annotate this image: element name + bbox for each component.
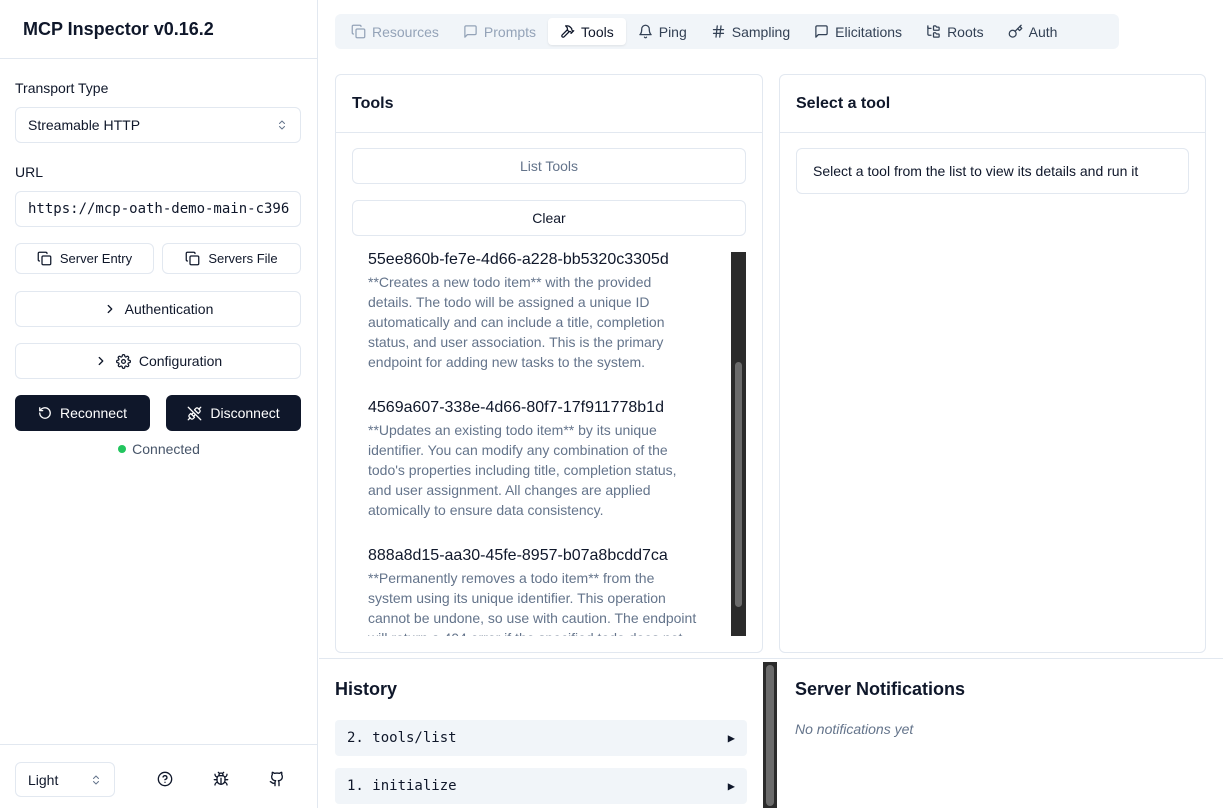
chevrons-up-down-icon bbox=[276, 119, 288, 131]
resize-handle-thumb[interactable] bbox=[766, 665, 774, 806]
history-item[interactable]: 2. tools/list ▶ bbox=[335, 720, 747, 756]
configuration-label: Configuration bbox=[138, 353, 223, 369]
tab-auth[interactable]: Auth bbox=[996, 18, 1070, 45]
tool-name: 4569a607-338e-4d66-80f7-17f911778b1d bbox=[368, 399, 664, 416]
github-icon[interactable] bbox=[268, 770, 286, 788]
status-dot bbox=[118, 445, 127, 453]
hammer-icon bbox=[560, 24, 575, 39]
rotate-ccw-icon bbox=[38, 406, 52, 420]
servers-file-button[interactable]: Servers File bbox=[162, 243, 301, 274]
server-entry-label: Server Entry bbox=[59, 251, 133, 266]
tab-label: Roots bbox=[947, 23, 984, 40]
tab-roots[interactable]: Roots bbox=[914, 18, 996, 45]
authentication-button[interactable]: Authentication bbox=[15, 291, 301, 327]
sidebar-footer: Light bbox=[0, 744, 318, 808]
panel-resize-handle[interactable] bbox=[763, 662, 777, 808]
connection-status: Connected bbox=[0, 441, 318, 457]
tab-elicitations[interactable]: Elicitations bbox=[802, 18, 914, 45]
unplug-icon bbox=[187, 406, 202, 421]
sidebar: MCP Inspector v0.16.2 Transport Type Str… bbox=[0, 0, 318, 808]
bottom-area: History 2. tools/list ▶ 1. initialize ▶ … bbox=[319, 658, 1223, 808]
history-item-label: 1. initialize bbox=[347, 778, 457, 794]
list-tools-button[interactable]: List Tools bbox=[352, 148, 746, 184]
servers-file-label: Servers File bbox=[208, 251, 278, 266]
copy-icon bbox=[185, 251, 200, 266]
tab-resources[interactable]: Resources bbox=[339, 18, 451, 45]
disconnect-button[interactable]: Disconnect bbox=[166, 395, 301, 431]
theme-select[interactable]: Light bbox=[15, 762, 115, 797]
tab-label: Ping bbox=[658, 23, 687, 40]
chevron-right-icon bbox=[103, 302, 117, 316]
history-item-label: 2. tools/list bbox=[347, 730, 457, 746]
tools-panel-title: Tools bbox=[336, 75, 762, 133]
tool-list-item[interactable]: 55ee860b-fe7e-4d66-a228-bb5320c3305d **C… bbox=[368, 252, 714, 372]
tab-label: Resources bbox=[372, 23, 439, 40]
tool-name: 888a8d15-aa30-45fe-8957-b07a8bcdd7ca bbox=[368, 547, 668, 564]
message-square-icon bbox=[814, 24, 829, 39]
no-notifications-text: No notifications yet bbox=[795, 721, 914, 737]
tab-tools[interactable]: Tools bbox=[548, 18, 626, 45]
tool-name: 55ee860b-fe7e-4d66-a228-bb5320c3305d bbox=[368, 252, 669, 268]
chevrons-up-down-icon bbox=[90, 774, 102, 786]
reconnect-label: Reconnect bbox=[60, 405, 127, 421]
tool-list: 55ee860b-fe7e-4d66-a228-bb5320c3305d **C… bbox=[352, 252, 746, 636]
tab-label: Elicitations bbox=[835, 23, 903, 40]
history-title: History bbox=[335, 679, 398, 699]
reconnect-button[interactable]: Reconnect bbox=[15, 395, 150, 431]
files-icon bbox=[351, 24, 366, 39]
tab-bar: Resources Prompts Tools Ping Sampling El… bbox=[335, 14, 1119, 49]
tool-list-item[interactable]: 888a8d15-aa30-45fe-8957-b07a8bcdd7ca **P… bbox=[368, 546, 714, 636]
help-circle-icon[interactable] bbox=[156, 770, 174, 788]
hash-icon bbox=[711, 24, 726, 39]
history-item[interactable]: 1. initialize ▶ bbox=[335, 768, 747, 804]
tools-panel: Tools List Tools Clear 55ee860b-fe7e-4d6… bbox=[335, 74, 763, 653]
key-icon bbox=[1008, 24, 1023, 39]
configuration-button[interactable]: Configuration bbox=[15, 343, 301, 379]
tool-list-item[interactable]: 4569a607-338e-4d66-80f7-17f911778b1d **U… bbox=[368, 398, 714, 520]
bug-icon[interactable] bbox=[212, 770, 230, 788]
tab-label: Prompts bbox=[483, 23, 537, 40]
select-tool-hint-text: Select a tool from the list to view its … bbox=[813, 163, 1139, 179]
tab-label: Tools bbox=[581, 23, 614, 40]
select-tool-hint: Select a tool from the list to view its … bbox=[796, 148, 1189, 194]
url-value: https://mcp-oath-demo-main-c396 bbox=[28, 201, 290, 217]
transport-type-value: Streamable HTTP bbox=[28, 117, 141, 133]
sidebar-header: MCP Inspector v0.16.2 bbox=[0, 0, 317, 59]
tab-label: Sampling bbox=[731, 23, 791, 40]
folder-tree-icon bbox=[926, 24, 941, 39]
tool-detail-title: Select a tool bbox=[780, 75, 1205, 133]
clear-label: Clear bbox=[532, 210, 566, 226]
message-icon bbox=[463, 24, 478, 39]
expand-arrow-icon[interactable]: ▶ bbox=[728, 779, 735, 793]
list-tools-label: List Tools bbox=[519, 158, 579, 174]
clear-button[interactable]: Clear bbox=[352, 200, 746, 236]
tab-sampling[interactable]: Sampling bbox=[699, 18, 802, 45]
tool-description: **Permanently removes a todo item** from… bbox=[368, 570, 697, 636]
url-label: URL bbox=[15, 164, 44, 180]
tool-detail-panel: Select a tool Select a tool from the lis… bbox=[779, 74, 1206, 653]
url-input[interactable]: https://mcp-oath-demo-main-c396 bbox=[15, 191, 301, 227]
transport-type-select[interactable]: Streamable HTTP bbox=[15, 107, 301, 143]
tool-list-scrollbar[interactable] bbox=[731, 252, 746, 636]
tab-ping[interactable]: Ping bbox=[626, 18, 699, 45]
chevron-right-icon bbox=[94, 354, 108, 368]
expand-arrow-icon[interactable]: ▶ bbox=[728, 731, 735, 745]
bell-icon bbox=[638, 24, 653, 39]
authentication-label: Authentication bbox=[124, 301, 214, 317]
theme-value: Light bbox=[28, 771, 59, 788]
tool-description: **Updates an existing todo item** by its… bbox=[368, 422, 677, 518]
tool-description: **Creates a new todo item** with the pro… bbox=[368, 274, 665, 370]
tab-prompts[interactable]: Prompts bbox=[451, 18, 548, 45]
disconnect-label: Disconnect bbox=[210, 405, 280, 421]
scrollbar-thumb[interactable] bbox=[735, 362, 742, 607]
app-title: MCP Inspector v0.16.2 bbox=[23, 18, 214, 39]
server-notifications-title: Server Notifications bbox=[795, 679, 966, 699]
server-entry-button[interactable]: Server Entry bbox=[15, 243, 154, 274]
tab-label: Auth bbox=[1028, 23, 1058, 40]
transport-type-label: Transport Type bbox=[15, 80, 109, 96]
gear-icon bbox=[115, 353, 131, 369]
status-text: Connected bbox=[132, 441, 200, 457]
copy-icon bbox=[37, 251, 52, 266]
